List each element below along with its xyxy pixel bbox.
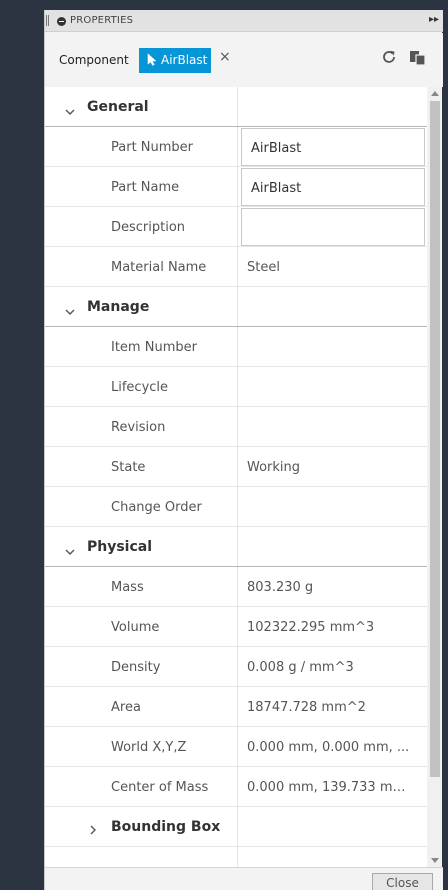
property-row-state: State Working: [45, 447, 427, 487]
property-row-change-order: Change Order: [45, 487, 427, 527]
subgroup-name: Bounding Box: [111, 819, 221, 835]
property-row-part-name: Part Name AirBlast: [45, 167, 427, 207]
property-label: Description: [111, 220, 186, 235]
drag-grip-icon[interactable]: [46, 15, 49, 26]
chevron-down-icon[interactable]: [65, 101, 75, 120]
property-row-center-of-mass: Center of Mass 0.000 mm, 139.733 mm...: [45, 767, 427, 807]
selected-component-label: AirBlast: [161, 53, 208, 67]
property-value: Steel: [247, 260, 280, 275]
panel-footer: Close: [45, 867, 443, 890]
group-general[interactable]: General: [45, 87, 427, 127]
component-label: Component: [59, 53, 129, 67]
property-label: Revision: [111, 420, 166, 435]
property-value: 0.008 g / mm^3: [247, 660, 354, 675]
property-label: Part Name: [111, 180, 180, 195]
chevron-right-icon[interactable]: [89, 820, 97, 839]
property-value: 0.000 mm, 139.733 mm...: [247, 780, 415, 795]
property-row-lifecycle: Lifecycle: [45, 367, 427, 407]
description-field[interactable]: [241, 208, 425, 246]
property-label: Density: [111, 660, 161, 675]
property-row-density: Density 0.008 g / mm^3: [45, 647, 427, 687]
property-row-volume: Volume 102322.295 mm^3: [45, 607, 427, 647]
property-row-part-number: Part Number AirBlast: [45, 127, 427, 167]
vertical-scrollbar[interactable]: [428, 87, 442, 867]
property-row-description: Description: [45, 207, 427, 247]
properties-panel: PROPERTIES ▸▸ Component AirBlast × Gener…: [44, 10, 443, 890]
property-label: Lifecycle: [111, 380, 169, 395]
property-label: Material Name: [111, 260, 207, 275]
part-number-field[interactable]: AirBlast: [241, 128, 425, 166]
property-label: Volume: [111, 620, 160, 635]
panel-titlebar[interactable]: PROPERTIES ▸▸: [45, 10, 443, 32]
collapse-icon[interactable]: [57, 17, 66, 26]
properties-grid: General Part Number AirBlast Part Name A…: [45, 87, 427, 867]
close-button[interactable]: Close: [372, 873, 433, 890]
scroll-up-icon[interactable]: [431, 91, 439, 96]
property-label: Mass: [111, 580, 144, 595]
group-name: Physical: [87, 539, 153, 555]
property-row-area: Area 18747.728 mm^2: [45, 687, 427, 727]
property-row-revision: Revision: [45, 407, 427, 447]
property-label: Center of Mass: [111, 780, 209, 795]
refresh-icon[interactable]: [381, 49, 397, 69]
cursor-icon: [147, 53, 157, 69]
double-chevron-right-icon[interactable]: ▸▸: [429, 14, 439, 25]
property-label: State: [111, 460, 146, 475]
property-row-item-number: Item Number: [45, 327, 427, 367]
group-name: Manage: [87, 299, 150, 315]
group-name: General: [87, 99, 149, 115]
panel-title: PROPERTIES: [70, 15, 134, 26]
property-row-mass: Mass 803.230 g: [45, 567, 427, 607]
subgroup-bounding-box[interactable]: Bounding Box: [45, 807, 427, 847]
group-physical[interactable]: Physical: [45, 527, 427, 567]
property-row-world-xyz: World X,Y,Z 0.000 mm, 0.000 mm, ...: [45, 727, 427, 767]
clear-selection-icon[interactable]: ×: [219, 49, 231, 65]
scroll-down-icon[interactable]: [431, 858, 439, 863]
property-label: Part Number: [111, 140, 194, 155]
property-row-partial: [45, 847, 427, 867]
property-value: Working: [247, 460, 301, 475]
chevron-down-icon[interactable]: [65, 541, 75, 560]
property-value: 102322.295 mm^3: [247, 620, 375, 635]
property-label: Item Number: [111, 340, 197, 355]
chevron-down-icon[interactable]: [65, 301, 75, 320]
property-value: 803.230 g: [247, 580, 314, 595]
selection-toolbar: Component AirBlast ×: [45, 33, 443, 87]
property-label: Area: [111, 700, 141, 715]
scrollbar-thumb[interactable]: [430, 101, 440, 777]
property-label: World X,Y,Z: [111, 740, 187, 755]
property-label: Change Order: [111, 500, 202, 515]
property-row-material-name: Material Name Steel: [45, 247, 427, 287]
part-name-field[interactable]: AirBlast: [241, 168, 425, 206]
selected-component-chip[interactable]: AirBlast: [139, 48, 211, 73]
copy-icon[interactable]: [409, 50, 427, 70]
property-value: 18747.728 mm^2: [247, 700, 366, 715]
group-manage[interactable]: Manage: [45, 287, 427, 327]
property-value: 0.000 mm, 0.000 mm, ...: [247, 740, 410, 755]
